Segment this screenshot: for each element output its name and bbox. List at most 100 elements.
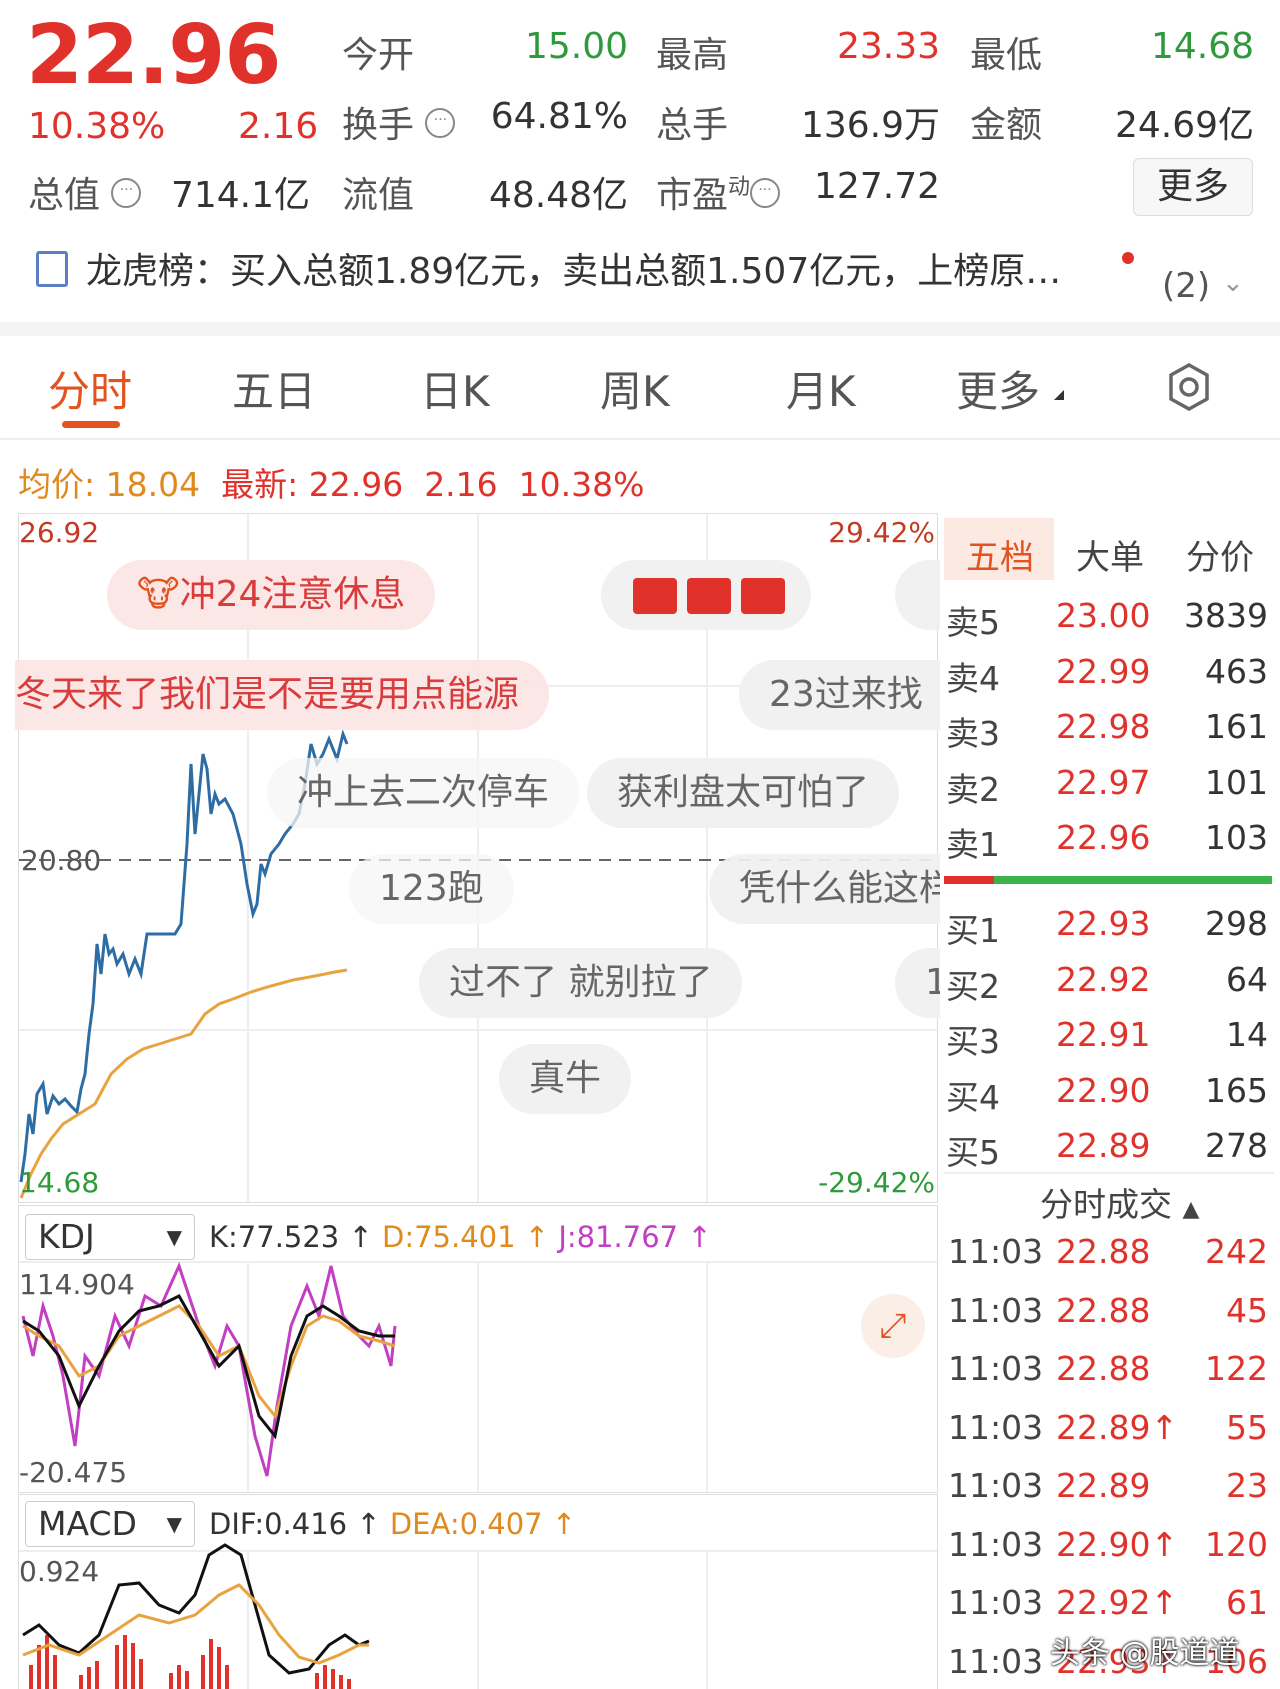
comment-bubble <box>601 560 811 630</box>
level-label: 卖4 <box>946 658 1000 698</box>
intraday-chart[interactable]: 26.92 20.80 14.68 29.42% -29.42% 🐮冲24注意休… <box>15 513 997 1203</box>
dropdown-arrow-icon: ▼ <box>166 1512 182 1536</box>
chart-pct-bottom: -29.42% <box>818 1166 935 1199</box>
bid-level-row[interactable]: 买5 22.89 278 <box>946 1126 1276 1178</box>
more-dots-icon[interactable]: ··· <box>111 178 142 208</box>
trade-price: 22.89↑ <box>1056 1407 1179 1447</box>
trade-volume: 45 <box>1226 1290 1268 1330</box>
level-volume: 278 <box>1205 1126 1268 1165</box>
document-icon <box>36 251 68 287</box>
unread-dot <box>1122 252 1134 264</box>
trade-price: 22.88 <box>1056 1290 1151 1330</box>
float-label: 流值 <box>342 175 415 216</box>
dragon-tiger-notice[interactable]: 龙虎榜：买入总额1.89亿元，卖出总额1.507亿元，上榜原… <box>36 242 1061 294</box>
level-price: 22.93 <box>1056 904 1151 943</box>
pe-label: 市盈动 ··· <box>656 166 781 218</box>
last-price: 22.96 <box>26 8 281 103</box>
watermark: 头条 @股道道 <box>1050 1636 1240 1671</box>
float-value: 48.48亿 <box>488 175 628 216</box>
tab-daily-k[interactable]: 日K <box>420 358 490 419</box>
trade-time: 11:03 <box>948 1466 1044 1505</box>
notice-count: (2) <box>1162 266 1211 306</box>
macd-panel[interactable]: MACD ▼ DIF:0.416 ↑ DEA:0.407 ↑ 0.924 <box>18 1494 938 1689</box>
ask-level-row[interactable]: 卖3 22.98 161 <box>946 707 1276 759</box>
level-price: 22.97 <box>1056 762 1151 802</box>
tab-five-day[interactable]: 五日 <box>232 358 316 419</box>
tab-big-orders[interactable]: 大单 <box>1076 530 1144 579</box>
tab-monthly-k[interactable]: 月K <box>786 358 856 419</box>
level-volume: 103 <box>1205 818 1268 857</box>
more-dots-icon[interactable]: ··· <box>750 178 781 208</box>
high-value: 23.33 <box>836 26 940 67</box>
bid-level-row[interactable]: 买4 22.90 165 <box>946 1071 1276 1123</box>
dropdown-arrow-icon: ▼ <box>166 1225 182 1249</box>
level-price: 23.00 <box>1056 596 1151 635</box>
bid-level-row[interactable]: 买1 22.93 298 <box>946 904 1276 956</box>
turnover-value: 64.81% <box>490 96 628 137</box>
trade-time: 11:03 <box>948 1290 1044 1330</box>
chart-pct-top: 29.42% <box>828 516 935 549</box>
trend-up-icon <box>741 578 785 614</box>
mktcap-label: 总值 ··· <box>28 166 142 218</box>
more-dots-icon[interactable]: ··· <box>425 108 456 138</box>
chevron-down-icon[interactable]: ⌄ <box>1222 268 1244 298</box>
bid-level-row[interactable]: 买2 22.92 64 <box>946 960 1276 1012</box>
low-value: 14.68 <box>1150 26 1254 67</box>
more-button[interactable]: 更多 <box>1133 158 1253 216</box>
bid-ask-ratio-green <box>994 876 1272 884</box>
pe-value: 127.72 <box>814 166 940 207</box>
macd-values: DIF:0.416 ↑ DEA:0.407 ↑ <box>209 1507 577 1541</box>
expand-icon[interactable]: ⤢ <box>861 1294 925 1358</box>
tabs-divider <box>0 438 1280 440</box>
tab-weekly-k[interactable]: 周K <box>600 358 670 419</box>
level-label: 买5 <box>946 1133 1000 1172</box>
level-price: 22.98 <box>1056 707 1151 746</box>
kdj-panel[interactable]: KDJ ▼ K:77.523 ↑ D:75.401 ↑ J:81.767 ↑ 11… <box>18 1205 938 1493</box>
ask-level-row[interactable]: 卖4 22.99 463 <box>946 652 1276 704</box>
bid-level-row[interactable]: 买3 22.91 14 <box>946 1015 1276 1067</box>
level-label: 卖5 <box>946 603 1000 642</box>
level-volume: 161 <box>1205 707 1268 746</box>
amount-value: 24.69亿 <box>1114 105 1254 146</box>
turnover-label: 换手 ··· <box>342 96 456 148</box>
trend-up-icon <box>687 578 731 614</box>
settings-gear-icon[interactable] <box>1164 362 1214 412</box>
level-label: 买2 <box>946 966 1000 1006</box>
level-volume: 14 <box>1226 1015 1268 1054</box>
tab-intraday[interactable]: 分时 <box>48 358 132 419</box>
level-price: 22.90 <box>1056 1070 1151 1110</box>
indicator-select-macd[interactable]: MACD ▼ <box>25 1501 195 1547</box>
comment-bubble: 123跑 <box>349 854 514 924</box>
chart-y-top: 26.92 <box>19 516 100 549</box>
comment-bubble: 凭什么能这样 <box>709 854 967 924</box>
trend-up-icon <box>633 578 677 614</box>
change-percent: 10.38% <box>28 106 166 147</box>
trade-price: 22.88 <box>1056 1232 1151 1271</box>
level-label: 卖3 <box>946 714 1000 753</box>
tab-more[interactable]: 更多 <box>956 358 1040 419</box>
dropdown-corner-icon <box>1054 390 1064 400</box>
price-info-line: 均价: 18.04 最新: 22.96 2.16 10.38% <box>18 465 645 504</box>
level-price: 22.91 <box>1056 1015 1151 1054</box>
trade-volume: 120 <box>1205 1524 1268 1564</box>
level-volume: 463 <box>1205 651 1268 691</box>
trade-time: 11:03 <box>948 1583 1044 1622</box>
average-price-line <box>19 968 348 1199</box>
comment-bubble: 获利盘太可怕了 <box>587 758 900 828</box>
trade-volume: 55 <box>1226 1407 1268 1447</box>
tab-five-levels[interactable]: 五档 <box>966 530 1034 579</box>
ask-level-row[interactable]: 卖5 23.00 3839 <box>946 596 1276 648</box>
level-price: 22.89 <box>1056 1126 1151 1165</box>
level-price: 22.99 <box>1056 651 1151 691</box>
trades-title[interactable]: 分时成交 ▲ <box>1040 1178 1199 1226</box>
trade-time: 11:03 <box>948 1407 1044 1447</box>
ask-level-row[interactable]: 卖2 22.97 101 <box>946 763 1276 815</box>
level-volume: 165 <box>1205 1070 1268 1110</box>
tab-price-dist[interactable]: 分价 <box>1186 530 1254 579</box>
open-value: 15.00 <box>524 26 628 67</box>
indicator-select-kdj[interactable]: KDJ ▼ <box>25 1214 195 1260</box>
trade-volume: 122 <box>1205 1349 1268 1388</box>
trade-price: 22.88 <box>1056 1349 1151 1388</box>
ask-level-row[interactable]: 卖1 22.96 103 <box>946 818 1276 870</box>
trade-time: 11:03 <box>948 1349 1044 1388</box>
